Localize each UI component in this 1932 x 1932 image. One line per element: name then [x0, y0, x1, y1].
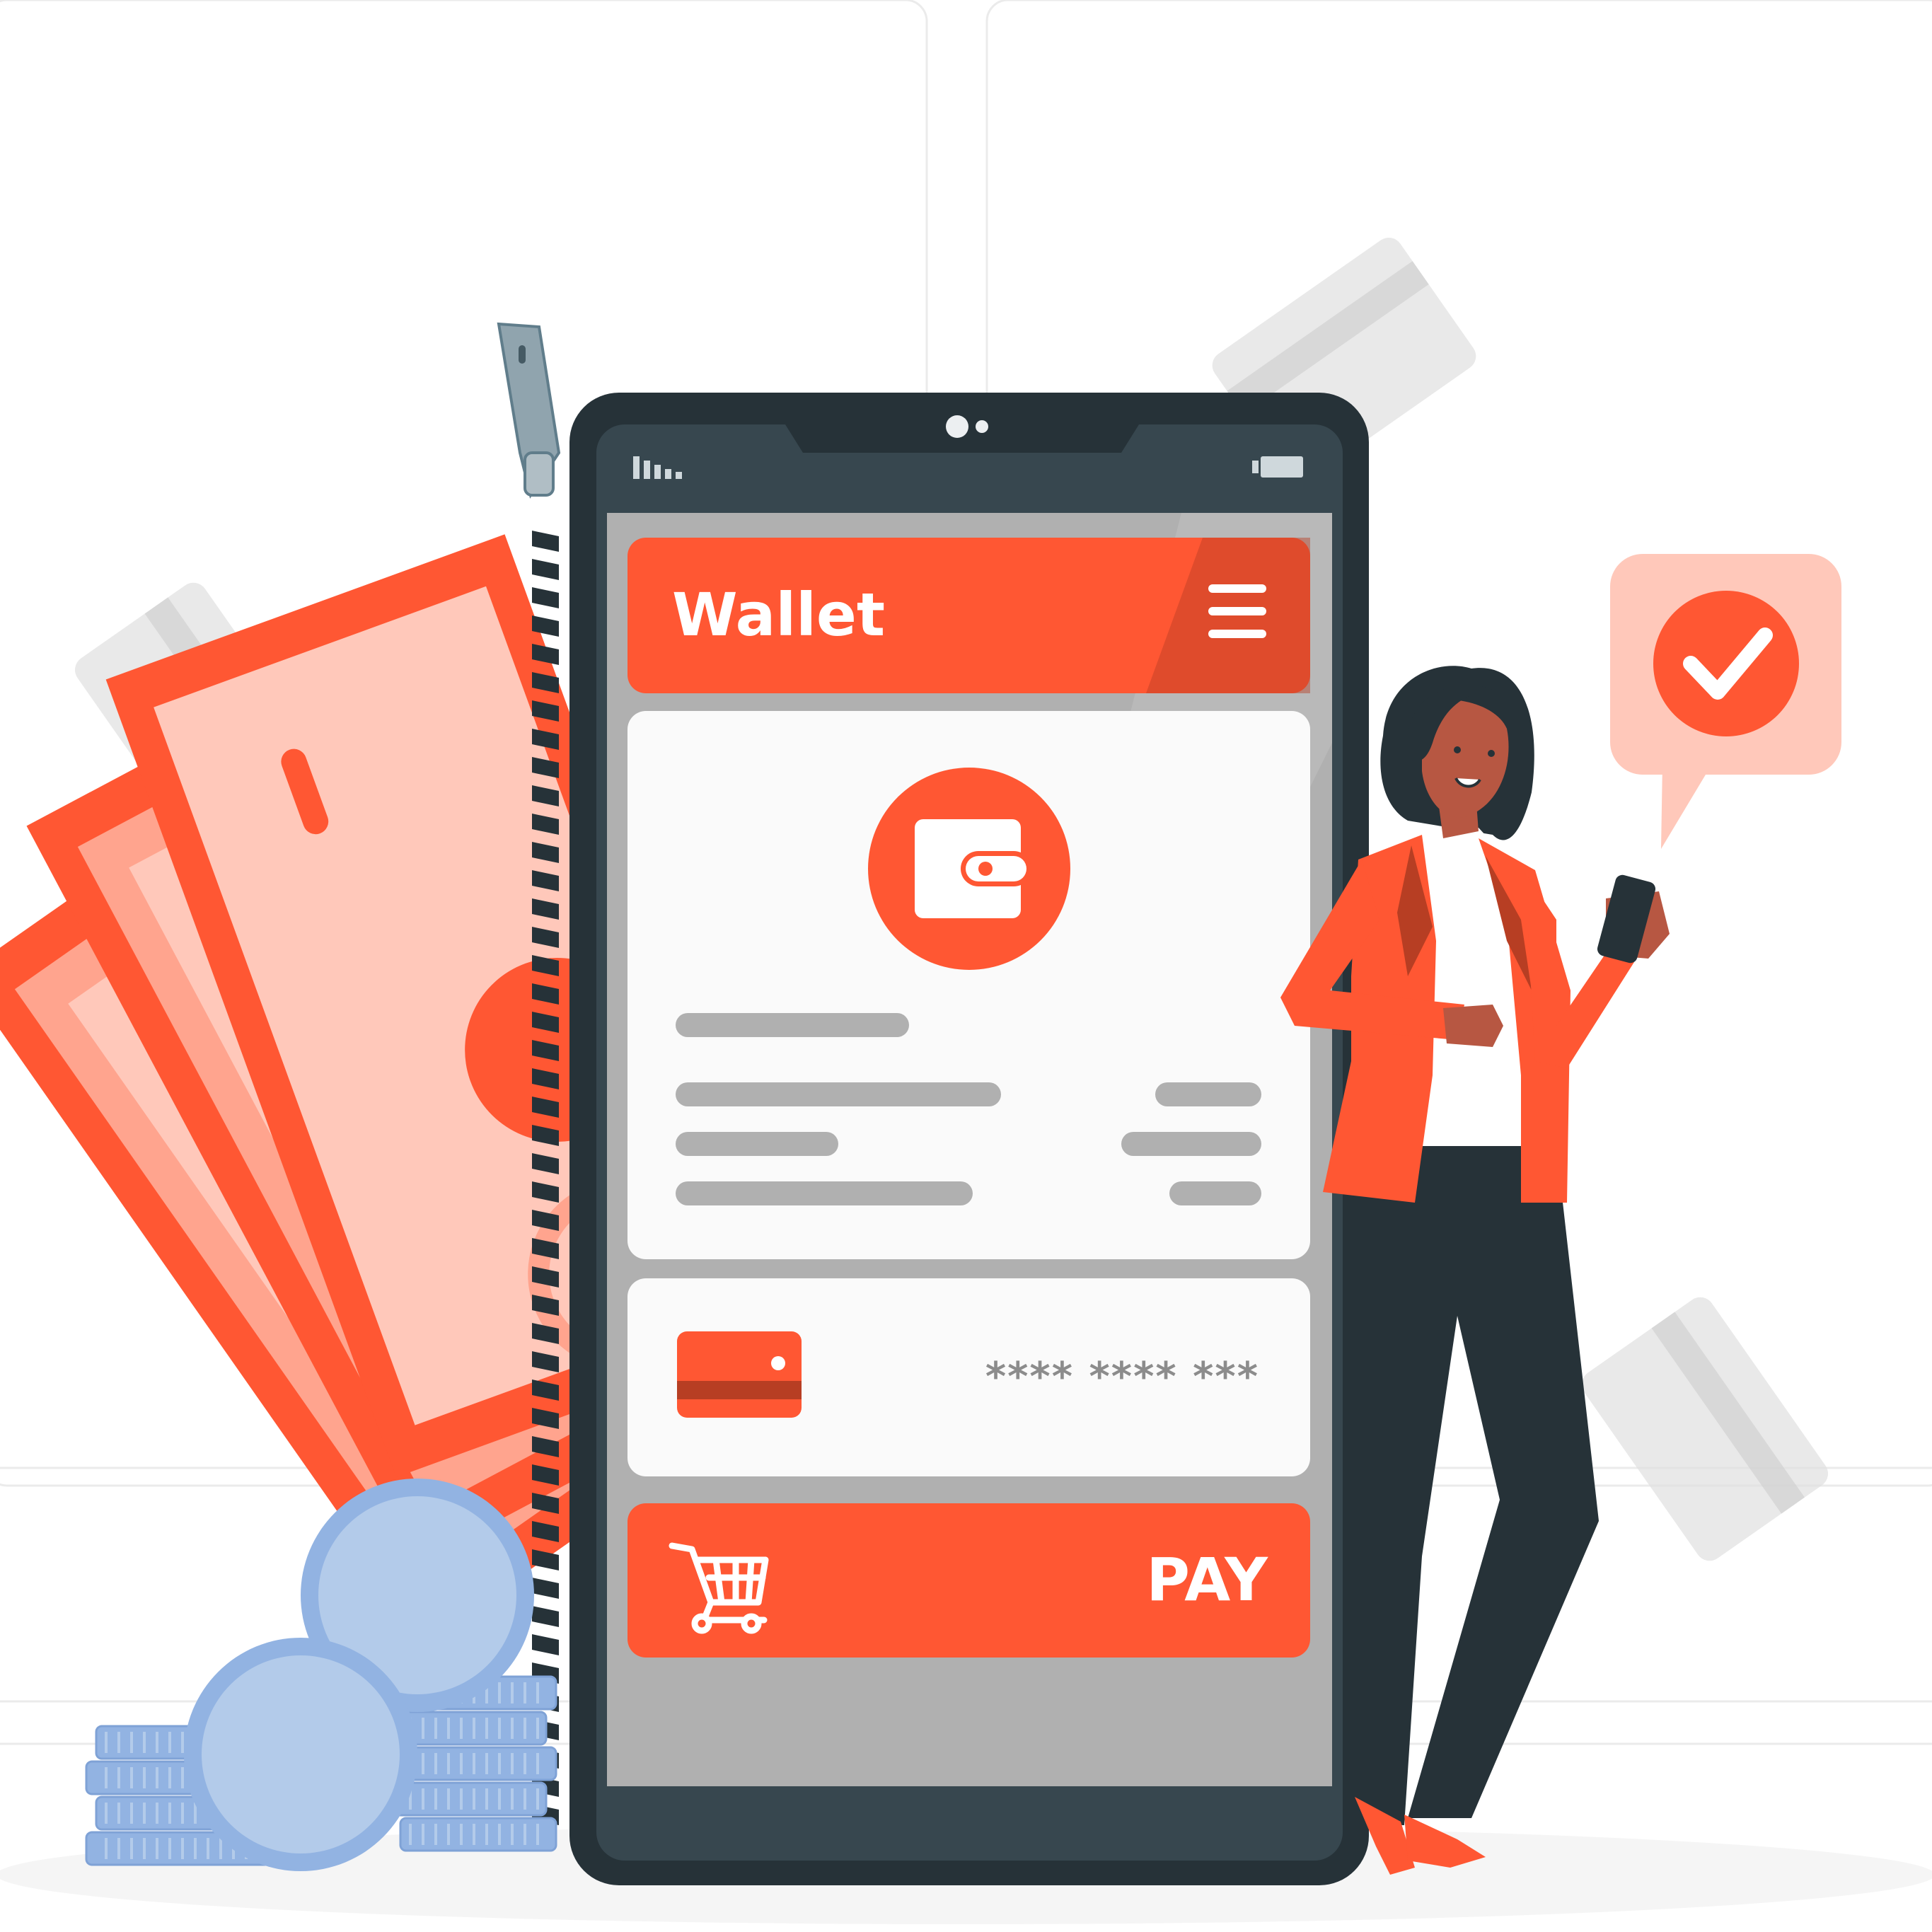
- pay-button[interactable]: PAY: [627, 1503, 1310, 1658]
- app-header: Wallet: [627, 538, 1310, 693]
- hamburger-menu-icon[interactable]: [1208, 584, 1266, 638]
- wallet-summary-panel: [627, 711, 1310, 1259]
- smartphone: Wallet **** **** *** PAY: [569, 393, 1369, 1885]
- pay-label: PAY: [1146, 1545, 1268, 1614]
- payment-card-panel[interactable]: **** **** ***: [627, 1278, 1310, 1476]
- app-title: Wallet: [672, 580, 885, 649]
- coin-in-stack: [389, 1781, 548, 1817]
- confirmation-badge: [1610, 554, 1841, 849]
- zipper-tooth: [532, 1606, 559, 1627]
- zipper-tooth: [532, 587, 559, 608]
- wallet-icon: [868, 768, 1070, 970]
- zipper-tooth: [532, 1634, 559, 1655]
- zipper-tooth: [532, 531, 559, 552]
- coin-stacks: [85, 1479, 557, 1871]
- check-circle-icon: [1653, 591, 1799, 736]
- front-camera: [946, 415, 968, 438]
- front-sensor: [976, 420, 988, 433]
- zipper-tooth: [532, 1578, 559, 1599]
- zipper-tooth: [532, 1549, 559, 1571]
- zipper-tooth: [532, 559, 559, 580]
- credit-card-icon: [677, 1331, 802, 1418]
- card-number-masked: **** **** ***: [985, 1354, 1259, 1400]
- wallet-payment-illustration: Wallet **** **** *** PAY: [0, 0, 1932, 1924]
- background-card-bottom-right: [1581, 1297, 1829, 1561]
- zipper-pull-icon: [497, 322, 561, 499]
